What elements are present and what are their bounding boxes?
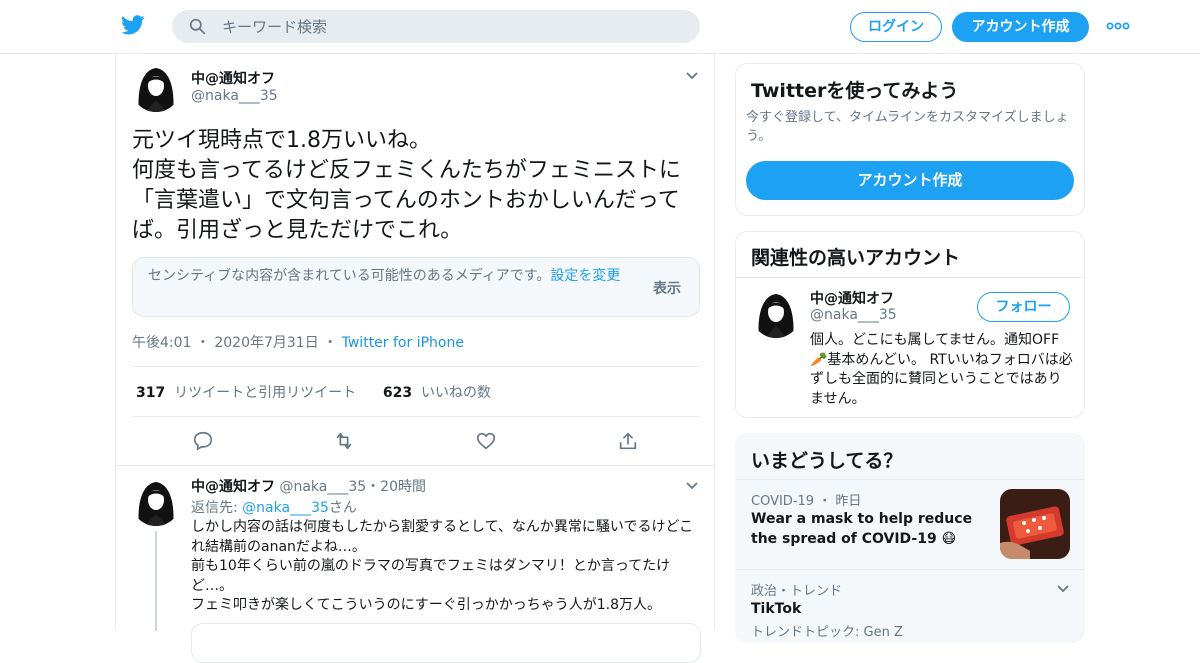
avatar[interactable] [131, 476, 181, 526]
reply-suffix: さん [328, 500, 357, 516]
thread-line [155, 531, 157, 631]
trend-category: 政治・トレンド [751, 584, 843, 599]
related-account-bio: 個人。どこにも属してません。通知OFF🥕基本めんどい。 RTいいねフォロバは必ず… [810, 332, 1073, 407]
follow-button[interactable]: フォロー [977, 292, 1070, 322]
sensitive-media-notice: センシティブな内容が含まれている可能性のあるメディアです。設定を変更 表示 [132, 257, 700, 317]
search-input[interactable] [222, 10, 682, 43]
more-options-icon[interactable] [1106, 19, 1130, 33]
tweet-actions [116, 430, 716, 454]
reply-to-handle-link[interactable]: @naka___35 [242, 500, 329, 516]
signup-button[interactable]: アカウント作成 [952, 12, 1089, 42]
related-account-handle[interactable]: @naka___35 [810, 307, 897, 323]
chevron-down-icon[interactable] [685, 71, 699, 81]
tweet-text: 元ツイ現時点で1.8万いいね。 何度も言ってるけど反フェミくんたちがフェミニスト… [132, 126, 707, 246]
trend-thumbnail [1000, 489, 1070, 559]
meta-separator: ・ [318, 335, 342, 351]
like-label: いいねの数 [420, 385, 491, 401]
sensitive-text: センシティブな内容が含まれている可能性のあるメディアです。 [148, 268, 551, 284]
reply-author-name[interactable]: 中@通知オフ [191, 479, 275, 495]
tweet-source-link[interactable]: Twitter for iPhone [342, 335, 464, 351]
avatar-illustration-icon [131, 476, 181, 526]
reply-header: 中@通知オフ @naka___35・20時間 [191, 476, 426, 496]
top-bar: ログイン アカウント作成 [0, 0, 1200, 54]
tweet-date[interactable]: 2020年7月31日 [214, 335, 318, 351]
retweet-stat[interactable]: 317 リツイートと引用リツイート [136, 385, 356, 401]
reply-prefix: 返信先: [191, 500, 243, 516]
retweet-count: 317 [136, 385, 166, 401]
tweet-author-handle[interactable]: @naka___35 [191, 88, 278, 104]
chevron-down-icon[interactable] [685, 481, 699, 491]
meta-separator: ・ [814, 494, 836, 509]
create-account-button[interactable]: アカウント作成 [746, 161, 1074, 200]
tweet-separator [116, 465, 716, 466]
reply-media-card[interactable] [191, 623, 701, 663]
signup-card-title: Twitterを使ってみよう [751, 80, 959, 102]
divider [132, 416, 700, 417]
tweet-time[interactable]: 午後4:01 [132, 335, 191, 351]
related-accounts-card: 関連性の高いアカウント 中@通知オフ @naka___35 フォロー 個人。どこ… [735, 231, 1085, 418]
divider [736, 479, 1084, 480]
related-account-name[interactable]: 中@通知オフ [810, 288, 894, 308]
sensitive-message: センシティブな内容が含まれている可能性のあるメディアです。設定を変更 [148, 267, 638, 286]
mask-gift-image-icon [1000, 489, 1070, 559]
share-icon[interactable] [617, 430, 639, 452]
retweet-icon[interactable] [333, 430, 355, 452]
tweet-text-body: 元ツイ現時点で1.8万いいね。 何度も言ってるけど反フェミくんたちがフェミニスト… [132, 128, 681, 243]
tweet-stats: 317 リツイートと引用リツイート 623 いいねの数 [136, 382, 491, 402]
avatar[interactable] [751, 288, 801, 338]
replying-to: 返信先: @naka___35さん [191, 497, 357, 517]
chevron-down-icon[interactable] [1056, 584, 1070, 594]
signup-card-subtitle: 今すぐ登録して、タイムラインをカスタマイズしましょう。 [746, 110, 1069, 144]
change-settings-link[interactable]: 設定を変更 [550, 268, 620, 284]
trend-category: COVID-19 [751, 494, 815, 509]
show-media-button[interactable]: 表示 [653, 278, 681, 298]
divider [736, 277, 1084, 278]
tweet-meta: 午後4:01 ・ 2020年7月31日 ・ Twitter for iPhone [132, 332, 464, 352]
trend-meta: COVID-19 ・ 昨日 [751, 490, 861, 509]
avatar[interactable] [131, 62, 181, 112]
trends-card: いまどうしてる？ COVID-19 ・ 昨日 Wear a mask to he… [735, 433, 1085, 643]
reply-text: しかし内容の話は何度もしたから割愛するとして、なんか異常に騒いでるけどこれ結構前… [191, 519, 694, 613]
like-heart-icon[interactable] [475, 430, 497, 452]
trend-time: 昨日 [835, 494, 862, 509]
reply-age[interactable]: 20時間 [380, 479, 426, 495]
trends-title: いまどうしてる？ [751, 450, 903, 472]
main-timeline: 中@通知オフ @naka___35 元ツイ現時点で1.8万いいね。 何度も言って… [115, 54, 716, 663]
signup-card: Twitterを使ってみよう 今すぐ登録して、タイムラインをカスタマイズしましょ… [735, 63, 1085, 216]
like-count: 623 [382, 385, 413, 401]
trend-title: Wear a mask to help reduce the spread of… [751, 511, 973, 547]
retweet-label: リツイートと引用リツイート [174, 385, 357, 401]
meta-separator: ・ [366, 479, 381, 495]
reply-icon[interactable] [192, 430, 214, 452]
trend-title: TikTok [751, 601, 802, 617]
tweet-author-name[interactable]: 中@通知オフ [191, 68, 275, 88]
avatar-illustration-icon [751, 288, 801, 338]
avatar-illustration-icon [131, 62, 181, 112]
search-box[interactable] [172, 10, 700, 43]
related-title: 関連性の高いアカウント [751, 247, 961, 269]
login-button[interactable]: ログイン [850, 12, 942, 42]
divider [132, 366, 700, 367]
reply-author-handle[interactable]: @naka___35 [279, 479, 366, 495]
meta-separator: ・ [191, 335, 215, 351]
trend-subtitle: トレンドトピック: Gen Z [751, 625, 903, 640]
search-icon [189, 18, 206, 35]
divider [736, 569, 1084, 570]
like-stat[interactable]: 623 いいねの数 [383, 385, 491, 401]
twitter-logo-icon[interactable] [120, 13, 146, 37]
